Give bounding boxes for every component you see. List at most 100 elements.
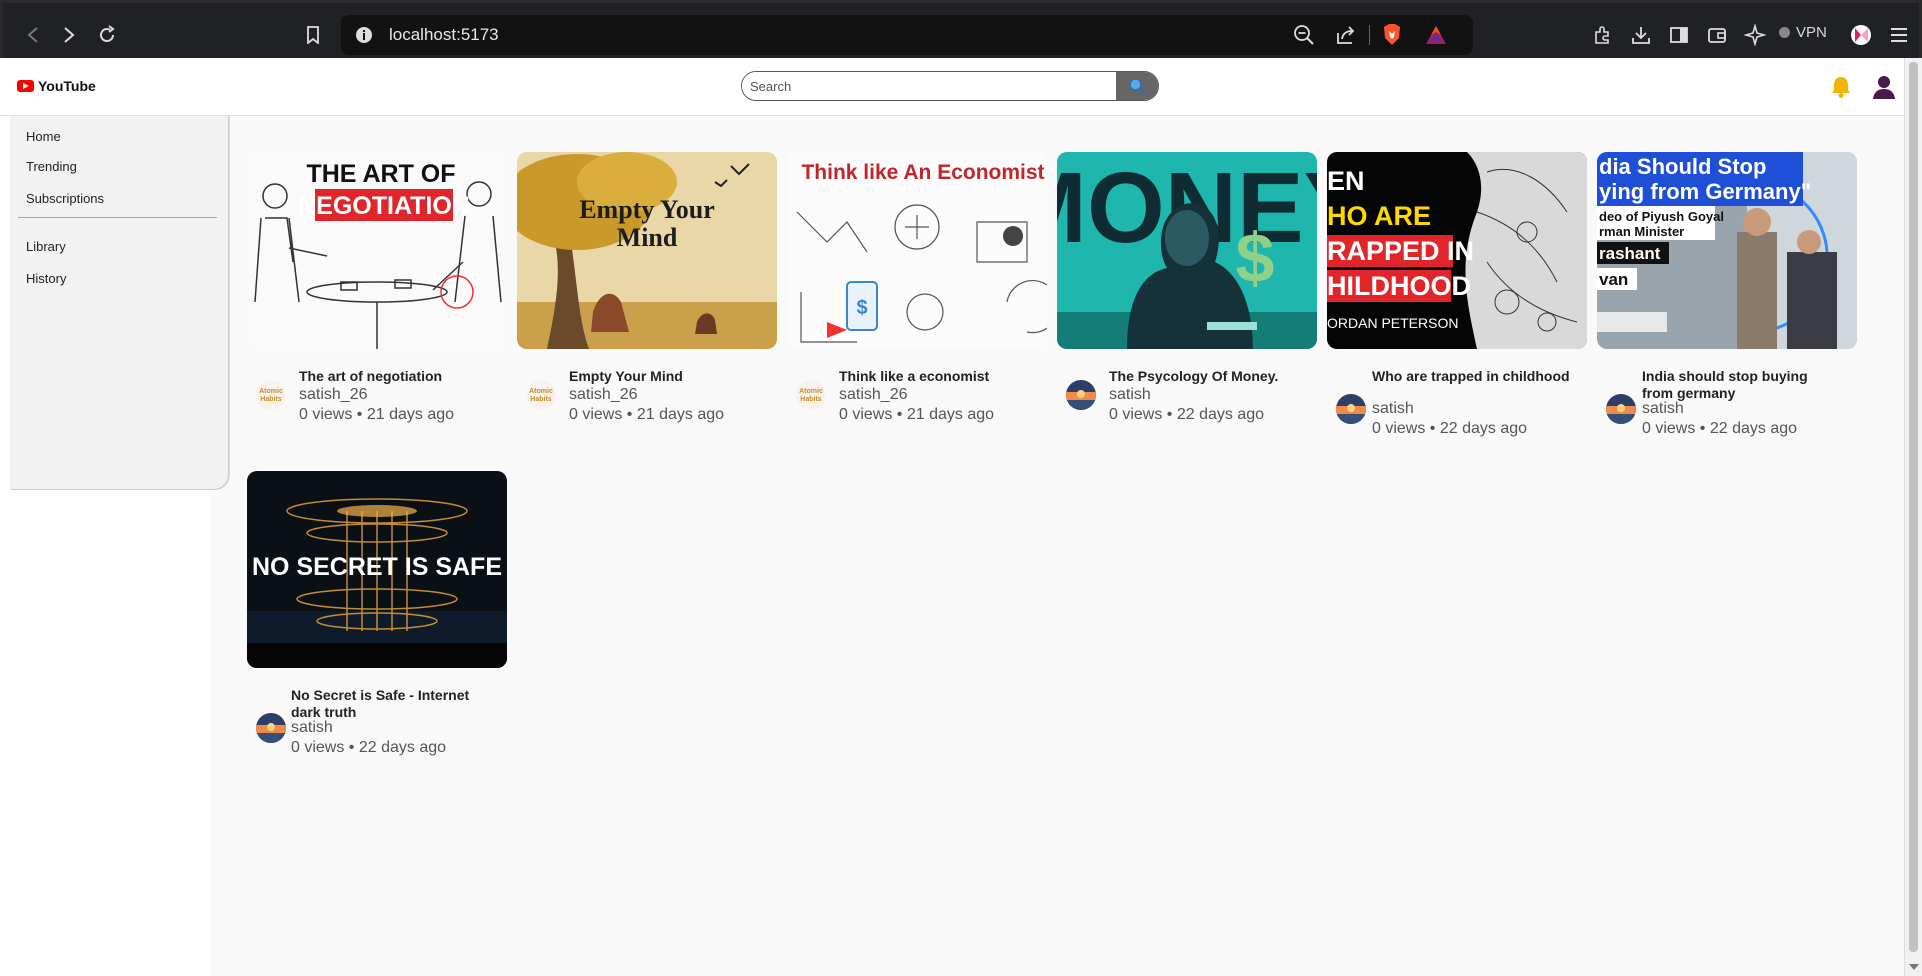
brave-shields-icon[interactable] <box>1381 23 1403 47</box>
video-thumbnail[interactable]: Empty Your Mind <box>517 152 777 349</box>
scrollbar-thumb[interactable] <box>1909 62 1918 952</box>
video-title[interactable]: India should stop buying from germany <box>1642 368 1842 402</box>
thumb-text: NEGOTIATION <box>298 192 470 220</box>
video-thumbnail[interactable]: THE ART OF NEGOTIATION <box>247 152 507 349</box>
thumb-text: EN <box>1327 166 1365 196</box>
video-stats: 0 views • 21 days ago <box>839 406 995 423</box>
thumb-text: HILDHOOD <box>1327 271 1471 301</box>
sidebar-item-home[interactable]: Home <box>26 129 61 144</box>
back-icon[interactable] <box>19 21 47 49</box>
channel-name[interactable]: satish_26 <box>569 386 638 404</box>
address-bar[interactable]: localhost:5173 <box>341 15 1473 55</box>
channel-avatar[interactable] <box>256 713 286 743</box>
reload-icon[interactable] <box>93 21 121 49</box>
browser-chrome: localhost:5173 VPN <box>0 0 1922 58</box>
thumb-text: ying from Germany" <box>1599 179 1811 204</box>
app-header: YouTube <box>0 58 1904 116</box>
search-bar <box>741 71 1159 101</box>
video-stats: 0 views • 21 days ago <box>299 406 455 423</box>
channel-name[interactable]: satish <box>1109 386 1151 404</box>
menu-icon[interactable] <box>1887 23 1911 47</box>
video-thumbnail[interactable]: EN HO ARE RAPPED IN HILDHOOD ORDAN PETER… <box>1327 152 1587 349</box>
channel-avatar[interactable]: Atomic Habits <box>796 380 826 410</box>
bookmark-icon[interactable] <box>299 21 327 49</box>
video-stats: 0 views • 22 days ago <box>291 739 447 756</box>
search-input[interactable] <box>742 72 1118 100</box>
zoom-out-icon[interactable] <box>1293 24 1315 46</box>
svg-text:Habits: Habits <box>800 396 822 403</box>
svg-text:Habits: Habits <box>530 396 552 403</box>
extensions-icon[interactable] <box>1591 23 1615 47</box>
thumb-text: RAPPED IN <box>1327 236 1474 266</box>
notifications-bell-icon[interactable] <box>1828 74 1854 105</box>
thumb-text: Mind <box>617 223 678 252</box>
channel-name[interactable]: satish <box>291 719 333 737</box>
channel-avatar[interactable]: Atomic Habits <box>256 380 286 410</box>
share-icon[interactable] <box>1335 24 1357 46</box>
sidebar-item-library[interactable]: Library <box>26 239 66 254</box>
sidebar-divider <box>18 217 217 218</box>
video-title[interactable]: Think like a economist <box>839 368 1059 385</box>
thumb-text: rman Minister <box>1599 224 1684 239</box>
youtube-play-icon <box>17 80 34 92</box>
scroll-down-icon[interactable] <box>1909 964 1919 970</box>
wallet-icon[interactable] <box>1705 23 1729 47</box>
channel-avatar[interactable] <box>1606 394 1636 424</box>
video-title[interactable]: No Secret is Safe - Internet dark truth <box>291 687 501 721</box>
logo-text: YouTube <box>38 78 96 94</box>
video-thumbnail[interactable]: NO SECRET IS SAFE <box>247 471 507 668</box>
thumb-text: ORDAN PETERSON <box>1327 315 1458 331</box>
thumb-text: van <box>1599 270 1628 289</box>
channel-avatar[interactable]: Atomic Habits <box>526 380 556 410</box>
video-stats: 0 views • 22 days ago <box>1642 420 1798 437</box>
leo-ai-icon[interactable] <box>1743 23 1767 47</box>
svg-text:Atomic: Atomic <box>799 388 823 395</box>
svg-text:Habits: Habits <box>260 396 282 403</box>
video-stats: 0 views • 21 days ago <box>569 406 725 423</box>
video-thumbnail[interactable]: dia Should Stop ying from Germany" deo o… <box>1597 152 1857 349</box>
thumb-text: THE ART OF <box>306 160 455 188</box>
channel-name[interactable]: satish <box>1372 400 1414 418</box>
video-title[interactable]: The art of negotiation <box>299 368 519 385</box>
video-title[interactable]: The Psycology Of Money. <box>1109 368 1329 385</box>
profile-icon[interactable] <box>1849 23 1873 47</box>
sidebar-item-trending[interactable]: Trending <box>26 159 77 174</box>
video-stats: 0 views • 22 days ago <box>1372 420 1528 437</box>
video-thumbnail[interactable]: $ Think like An Economist <box>787 152 1047 349</box>
video-title[interactable]: Who are trapped in childhood <box>1372 368 1572 385</box>
channel-avatar[interactable] <box>1066 380 1096 410</box>
svg-text:Atomic: Atomic <box>529 388 553 395</box>
thumb-text: Empty Your <box>579 195 715 224</box>
thumb-text: rashant <box>1599 244 1661 263</box>
sidebar: Home Trending Subscriptions Library Hist… <box>10 116 228 489</box>
vpn-label: VPN <box>1796 24 1827 41</box>
thumb-text: NO SECRET IS SAFE <box>252 553 502 581</box>
channel-avatar[interactable] <box>1336 394 1366 424</box>
sidebar-item-subscriptions[interactable]: Subscriptions <box>26 191 104 206</box>
site-info-icon[interactable] <box>353 24 375 46</box>
search-icon <box>1129 78 1145 94</box>
logo[interactable]: YouTube <box>17 78 96 94</box>
thumb-text: Think like An Economist <box>801 161 1044 184</box>
download-icon[interactable] <box>1629 23 1653 47</box>
channel-name[interactable]: satish_26 <box>299 386 368 404</box>
sidebar-item-history[interactable]: History <box>26 271 66 286</box>
video-stats: 0 views • 22 days ago <box>1109 406 1265 423</box>
thumb-text: HO ARE <box>1327 201 1431 231</box>
svg-text:$: $ <box>856 297 867 319</box>
url-text[interactable]: localhost:5173 <box>389 25 499 45</box>
vertical-scrollbar[interactable] <box>1904 58 1922 976</box>
svg-text:$: $ <box>1236 219 1275 297</box>
svg-text:Atomic: Atomic <box>259 388 283 395</box>
channel-name[interactable]: satish <box>1642 400 1684 418</box>
video-title[interactable]: Empty Your Mind <box>569 368 789 385</box>
search-button[interactable] <box>1116 72 1158 100</box>
video-thumbnail[interactable]: MONEY $ <box>1057 152 1317 349</box>
forward-icon[interactable] <box>55 21 83 49</box>
brave-rewards-icon[interactable] <box>1424 24 1448 46</box>
vpn-button[interactable]: VPN <box>1779 24 1827 41</box>
user-account-icon[interactable] <box>1872 74 1896 105</box>
sidebar-toggle-icon[interactable] <box>1667 23 1691 47</box>
channel-name[interactable]: satish_26 <box>839 386 908 404</box>
vpn-status-icon <box>1779 27 1790 38</box>
